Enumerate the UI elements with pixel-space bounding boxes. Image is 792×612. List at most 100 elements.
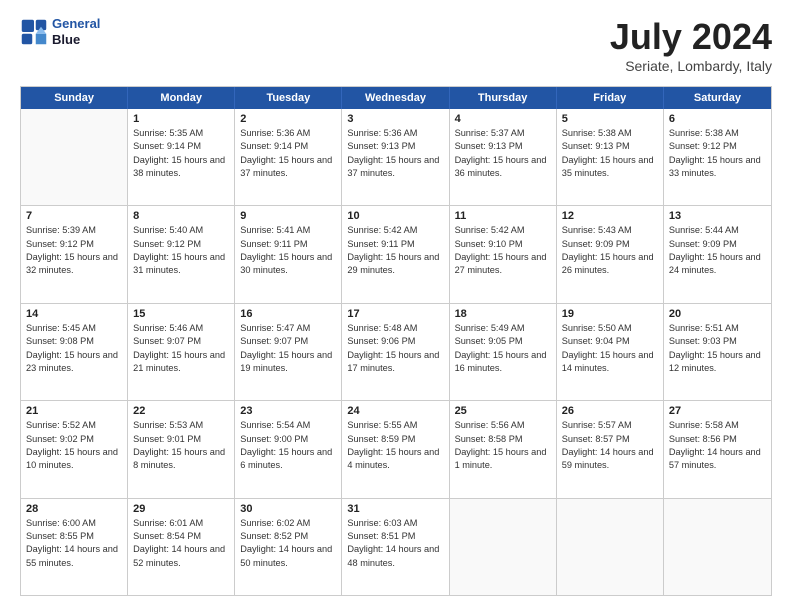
day-number: 26 — [562, 405, 658, 417]
day-info: Sunrise: 5:36 AMSunset: 9:14 PMDaylight:… — [240, 127, 336, 180]
day-info: Sunrise: 5:38 AMSunset: 9:12 PMDaylight:… — [669, 127, 766, 180]
day-number: 17 — [347, 308, 443, 320]
day-info: Sunrise: 5:55 AMSunset: 8:59 PMDaylight:… — [347, 419, 443, 472]
day-number: 11 — [455, 210, 551, 222]
day-number: 13 — [669, 210, 766, 222]
calendar-cell: 20 Sunrise: 5:51 AMSunset: 9:03 PMDayligh… — [664, 304, 771, 400]
day-info: Sunrise: 5:47 AMSunset: 9:07 PMDaylight:… — [240, 322, 336, 375]
day-number: 22 — [133, 405, 229, 417]
calendar-cell — [664, 499, 771, 595]
calendar-cell: 24 Sunrise: 5:55 AMSunset: 8:59 PMDayligh… — [342, 401, 449, 497]
subtitle: Seriate, Lombardy, Italy — [610, 58, 772, 74]
calendar-cell: 27 Sunrise: 5:58 AMSunset: 8:56 PMDayligh… — [664, 401, 771, 497]
day-info: Sunrise: 5:40 AMSunset: 9:12 PMDaylight:… — [133, 224, 229, 277]
day-number: 6 — [669, 113, 766, 125]
day-number: 9 — [240, 210, 336, 222]
calendar-cell — [557, 499, 664, 595]
calendar-week: 14 Sunrise: 5:45 AMSunset: 9:08 PMDayligh… — [21, 304, 771, 401]
day-info: Sunrise: 5:43 AMSunset: 9:09 PMDaylight:… — [562, 224, 658, 277]
calendar-cell — [450, 499, 557, 595]
calendar-cell: 13Sunrise: 5:44 AMSunset: 9:09 PMDayligh… — [664, 206, 771, 302]
calendar-header-cell: Sunday — [21, 87, 128, 109]
calendar-cell — [21, 109, 128, 205]
day-info: Sunrise: 5:58 AMSunset: 8:56 PMDaylight:… — [669, 419, 766, 472]
calendar-cell: 3Sunrise: 5:36 AMSunset: 9:13 PMDaylight… — [342, 109, 449, 205]
calendar-cell: 29 Sunrise: 6:01 AMSunset: 8:54 PMDayligh… — [128, 499, 235, 595]
day-number: 1 — [133, 113, 229, 125]
day-info: Sunrise: 5:57 AMSunset: 8:57 PMDaylight:… — [562, 419, 658, 472]
logo-icon — [20, 18, 48, 46]
day-info: Sunrise: 5:48 AMSunset: 9:06 PMDaylight:… — [347, 322, 443, 375]
calendar-header-cell: Saturday — [664, 87, 771, 109]
day-info: Sunrise: 5:45 AMSunset: 9:08 PMDaylight:… — [26, 322, 122, 375]
calendar-cell: 5 Sunrise: 5:38 AMSunset: 9:13 PMDaylight… — [557, 109, 664, 205]
calendar-cell: 31 Sunrise: 6:03 AMSunset: 8:51 PMDayligh… — [342, 499, 449, 595]
day-info: Sunrise: 5:50 AMSunset: 9:04 PMDaylight:… — [562, 322, 658, 375]
day-info: Sunrise: 5:49 AMSunset: 9:05 PMDaylight:… — [455, 322, 551, 375]
calendar-cell: 30 Sunrise: 6:02 AMSunset: 8:52 PMDayligh… — [235, 499, 342, 595]
calendar-week: 7Sunrise: 5:39 AMSunset: 9:12 PMDaylight… — [21, 206, 771, 303]
title-section: July 2024 Seriate, Lombardy, Italy — [610, 16, 772, 74]
calendar-week: 28Sunrise: 6:00 AMSunset: 8:55 PMDayligh… — [21, 499, 771, 595]
main-title: July 2024 — [610, 16, 772, 58]
calendar-cell: 12Sunrise: 5:43 AMSunset: 9:09 PMDayligh… — [557, 206, 664, 302]
day-number: 18 — [455, 308, 551, 320]
day-number: 4 — [455, 113, 551, 125]
day-info: Sunrise: 5:54 AMSunset: 9:00 PMDaylight:… — [240, 419, 336, 472]
day-info: Sunrise: 5:35 AMSunset: 9:14 PMDaylight:… — [133, 127, 229, 180]
day-info: Sunrise: 5:42 AMSunset: 9:11 PMDaylight:… — [347, 224, 443, 277]
calendar-cell: 4Sunrise: 5:37 AMSunset: 9:13 PMDaylight… — [450, 109, 557, 205]
day-info: Sunrise: 5:41 AMSunset: 9:11 PMDaylight:… — [240, 224, 336, 277]
day-number: 25 — [455, 405, 551, 417]
calendar-cell: 9 Sunrise: 5:41 AMSunset: 9:11 PMDaylight… — [235, 206, 342, 302]
calendar-cell: 11Sunrise: 5:42 AMSunset: 9:10 PMDayligh… — [450, 206, 557, 302]
day-info: Sunrise: 5:51 AMSunset: 9:03 PMDaylight:… — [669, 322, 766, 375]
calendar-cell: 26 Sunrise: 5:57 AMSunset: 8:57 PMDayligh… — [557, 401, 664, 497]
day-info: Sunrise: 6:01 AMSunset: 8:54 PMDaylight:… — [133, 517, 229, 570]
day-number: 21 — [26, 405, 122, 417]
calendar-cell: 6 Sunrise: 5:38 AMSunset: 9:12 PMDaylight… — [664, 109, 771, 205]
day-info: Sunrise: 5:56 AMSunset: 8:58 PMDaylight:… — [455, 419, 551, 472]
calendar-cell: 25 Sunrise: 5:56 AMSunset: 8:58 PMDayligh… — [450, 401, 557, 497]
calendar-header-cell: Friday — [557, 87, 664, 109]
day-info: Sunrise: 5:52 AMSunset: 9:02 PMDaylight:… — [26, 419, 122, 472]
calendar-cell: 14 Sunrise: 5:45 AMSunset: 9:08 PMDayligh… — [21, 304, 128, 400]
calendar-cell: 18 Sunrise: 5:49 AMSunset: 9:05 PMDayligh… — [450, 304, 557, 400]
calendar-header-cell: Thursday — [450, 87, 557, 109]
calendar-cell: 19Sunrise: 5:50 AMSunset: 9:04 PMDayligh… — [557, 304, 664, 400]
day-info: Sunrise: 5:38 AMSunset: 9:13 PMDaylight:… — [562, 127, 658, 180]
calendar-week: 21 Sunrise: 5:52 AMSunset: 9:02 PMDayligh… — [21, 401, 771, 498]
day-info: Sunrise: 5:39 AMSunset: 9:12 PMDaylight:… — [26, 224, 122, 277]
calendar-header-cell: Wednesday — [342, 87, 449, 109]
day-info: Sunrise: 5:53 AMSunset: 9:01 PMDaylight:… — [133, 419, 229, 472]
day-info: Sunrise: 6:03 AMSunset: 8:51 PMDaylight:… — [347, 517, 443, 570]
day-number: 16 — [240, 308, 336, 320]
day-number: 28 — [26, 503, 122, 515]
day-number: 8 — [133, 210, 229, 222]
day-number: 27 — [669, 405, 766, 417]
calendar-cell: 8 Sunrise: 5:40 AMSunset: 9:12 PMDaylight… — [128, 206, 235, 302]
calendar-cell: 22 Sunrise: 5:53 AMSunset: 9:01 PMDayligh… — [128, 401, 235, 497]
day-info: Sunrise: 6:02 AMSunset: 8:52 PMDaylight:… — [240, 517, 336, 570]
calendar-cell: 17 Sunrise: 5:48 AMSunset: 9:06 PMDayligh… — [342, 304, 449, 400]
day-number: 31 — [347, 503, 443, 515]
calendar-body: 1 Sunrise: 5:35 AMSunset: 9:14 PMDaylight… — [21, 109, 771, 595]
calendar-cell: 2 Sunrise: 5:36 AMSunset: 9:14 PMDaylight… — [235, 109, 342, 205]
logo-text: General Blue — [52, 16, 100, 47]
day-number: 24 — [347, 405, 443, 417]
calendar-cell: 16 Sunrise: 5:47 AMSunset: 9:07 PMDayligh… — [235, 304, 342, 400]
day-number: 20 — [669, 308, 766, 320]
day-info: Sunrise: 5:46 AMSunset: 9:07 PMDaylight:… — [133, 322, 229, 375]
day-number: 10 — [347, 210, 443, 222]
calendar-cell: 1 Sunrise: 5:35 AMSunset: 9:14 PMDaylight… — [128, 109, 235, 205]
day-number: 14 — [26, 308, 122, 320]
day-number: 2 — [240, 113, 336, 125]
calendar-header-cell: Monday — [128, 87, 235, 109]
day-number: 30 — [240, 503, 336, 515]
day-number: 29 — [133, 503, 229, 515]
logo: General Blue — [20, 16, 100, 47]
day-number: 5 — [562, 113, 658, 125]
page: General Blue July 2024 Seriate, Lombardy… — [0, 0, 792, 612]
day-number: 3 — [347, 113, 443, 125]
calendar-header-row: SundayMondayTuesdayWednesdayThursdayFrid… — [21, 87, 771, 109]
